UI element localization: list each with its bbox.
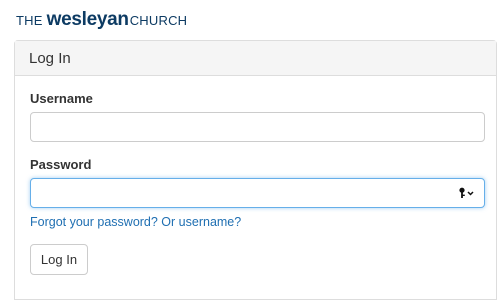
brand-logo-prefix: THE	[16, 13, 43, 28]
panel-title: Log In	[15, 41, 496, 76]
brand-logo[interactable]: THE wesleyan CHURCH	[16, 9, 187, 31]
login-panel: Log In Username Password Forgot your pas…	[14, 40, 497, 300]
username-input[interactable]	[30, 112, 485, 142]
forgot-password-link[interactable]: Forgot your password? Or username?	[30, 215, 241, 229]
username-label: Username	[30, 91, 93, 106]
brand-logo-name: wesleyan	[46, 9, 129, 30]
password-label: Password	[30, 157, 92, 172]
login-button[interactable]: Log In	[30, 244, 88, 275]
brand-logo-suffix: CHURCH	[129, 13, 188, 28]
password-input[interactable]	[30, 178, 485, 208]
key-dropdown-icon[interactable]	[456, 185, 478, 201]
